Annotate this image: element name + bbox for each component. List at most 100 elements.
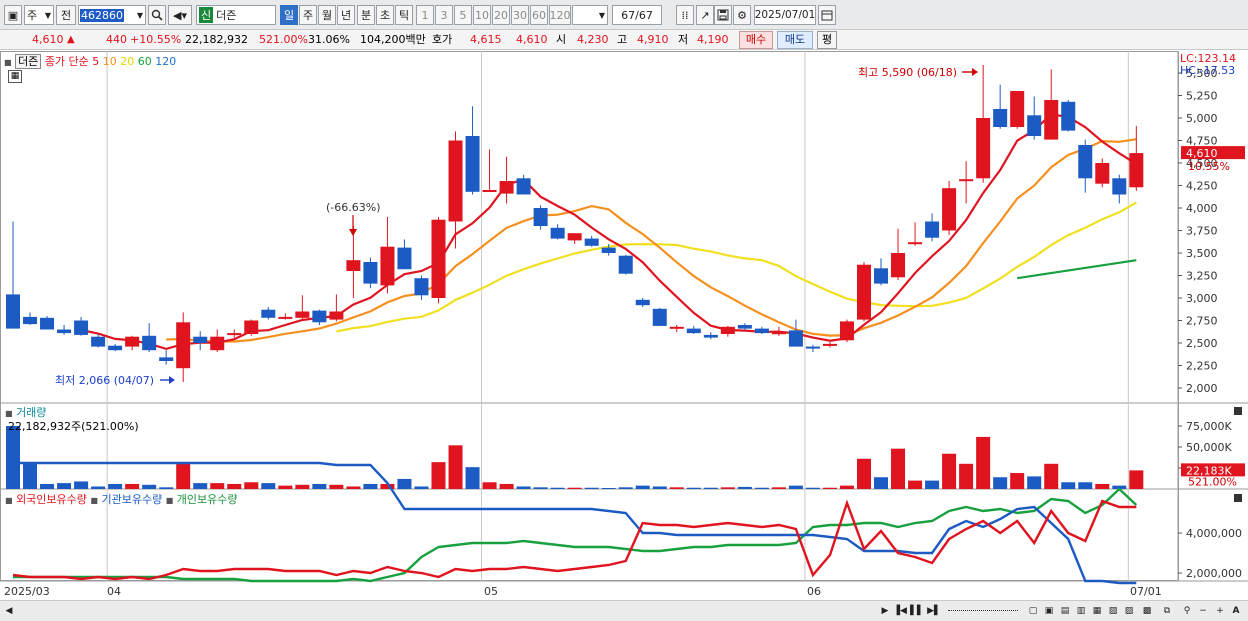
candle-body: [278, 316, 293, 319]
volume-bar: [686, 487, 701, 489]
window-menu-icon[interactable]: ▣: [4, 5, 22, 25]
panel-five-icon[interactable]: ▦: [1090, 604, 1104, 618]
market-select[interactable]: 주 ▼: [24, 5, 54, 25]
candle-body: [601, 247, 616, 253]
panel-two-icon[interactable]: ▣: [1042, 604, 1056, 618]
chevron-down-icon: ▼: [136, 10, 143, 20]
volume-bar: [74, 481, 89, 489]
volume-bar: [1027, 476, 1042, 489]
date-field[interactable]: 2025/07/01: [754, 5, 816, 25]
zoom-out-icon[interactable]: −: [1196, 604, 1210, 618]
volume-bar: [601, 487, 616, 489]
calendar-icon[interactable]: [818, 5, 836, 25]
volume-value: 22,182,932: [185, 33, 248, 46]
volume-bar: [584, 487, 599, 489]
range-button-10[interactable]: 10: [473, 5, 491, 25]
candle-body: [925, 221, 940, 238]
scroll-right-icon[interactable]: ▶: [878, 604, 892, 618]
chevron-down-icon: ▼: [598, 10, 605, 20]
volume-bar: [1095, 483, 1110, 489]
panel-close-icon: [1234, 407, 1242, 415]
price-tick-label: 2,250: [1186, 360, 1218, 373]
sell-button[interactable]: 매도: [777, 31, 813, 49]
ma5-label: 5: [92, 55, 100, 68]
volume-bar: [482, 482, 497, 489]
candle-body: [839, 321, 854, 341]
range-custom-select[interactable]: ▼: [572, 5, 608, 25]
period-button-3[interactable]: 년: [337, 5, 355, 25]
volume-bar: [839, 485, 854, 489]
panel-one-icon[interactable]: ▢: [1026, 604, 1040, 618]
zoom-in-icon[interactable]: +: [1213, 604, 1227, 618]
open-label: 시: [556, 33, 567, 46]
period-button-5[interactable]: 초: [376, 5, 394, 25]
period-button-6[interactable]: 틱: [395, 5, 413, 25]
period-button-2[interactable]: 월: [318, 5, 336, 25]
panel-eight-icon[interactable]: ▩: [1140, 604, 1154, 618]
panel-seven-icon[interactable]: ▨: [1122, 604, 1136, 618]
candle-body: [959, 179, 974, 182]
candle-body: [1078, 145, 1093, 179]
candle-body: [295, 311, 310, 318]
volume-bar: [91, 486, 106, 489]
price-tick-label: 3,000: [1186, 292, 1218, 305]
flat-button[interactable]: 평: [817, 31, 837, 49]
range-button-30[interactable]: 30: [511, 5, 529, 25]
candle-body: [91, 336, 106, 347]
x-axis-label: 04: [107, 585, 121, 598]
panel-four-icon[interactable]: ▥: [1074, 604, 1088, 618]
stock-code-input[interactable]: 462860 ▼: [78, 5, 146, 25]
volume-bar: [329, 484, 344, 489]
range-button-60[interactable]: 60: [530, 5, 548, 25]
volume-bar: [1044, 463, 1059, 489]
panel-six-icon[interactable]: ▧: [1106, 604, 1120, 618]
prev-button[interactable]: 전: [56, 5, 76, 25]
candle-body: [891, 253, 906, 278]
gear-icon[interactable]: ⚙: [733, 5, 751, 25]
scroll-end-icon[interactable]: ▶▌: [927, 604, 941, 618]
candle-body: [686, 328, 701, 334]
range-button-20[interactable]: 20: [492, 5, 510, 25]
scroll-pause-icon[interactable]: ▌▌: [910, 604, 924, 618]
period-button-4[interactable]: 분: [357, 5, 375, 25]
range-button-120[interactable]: 120: [549, 5, 571, 25]
ma-title: 종가 단순: [44, 55, 89, 68]
ma60-line: [1017, 259, 1137, 280]
range-button-3[interactable]: 3: [435, 5, 453, 25]
volume-bar: [312, 483, 327, 489]
panel-three-icon[interactable]: ▤: [1058, 604, 1072, 618]
auto-scale-icon[interactable]: A: [1229, 604, 1243, 618]
candle-body: [1061, 101, 1076, 131]
volume-bar: [567, 487, 582, 489]
candle-body: [652, 308, 667, 326]
draw-tool-icon[interactable]: ↗: [696, 5, 714, 25]
volume-bar: [159, 487, 174, 489]
save-icon[interactable]: [714, 5, 732, 25]
sound-icon[interactable]: ◀▾: [168, 5, 192, 25]
volume-bar: [993, 477, 1008, 489]
price-legend: ■ 더즌 종가 단순 5 10 20 60 120: [4, 53, 176, 69]
market-label: 주: [27, 9, 38, 22]
candle-body: [125, 336, 140, 347]
stock-name-field[interactable]: 신 더즌: [196, 5, 276, 25]
stock-tab[interactable]: 더즌: [15, 54, 42, 69]
grid-icon[interactable]: ⁞⁞: [676, 5, 694, 25]
zoom-slider[interactable]: [948, 610, 1018, 612]
buy-button[interactable]: 매수: [739, 31, 773, 49]
candle-body: [1112, 178, 1127, 195]
data-table-icon[interactable]: ▦: [8, 70, 22, 83]
scroll-begin-icon[interactable]: ▐◀: [893, 604, 907, 618]
range-button-1[interactable]: 1: [416, 5, 434, 25]
period-button-1[interactable]: 주: [299, 5, 317, 25]
stock-chart[interactable]: 5,5005,2505,0004,7504,5004,2504,0003,750…: [0, 51, 1248, 601]
period-button-0[interactable]: 일: [280, 5, 298, 25]
zoom-icon[interactable]: ⚲: [1180, 604, 1194, 618]
volume-bar: [908, 480, 923, 489]
candle-body: [703, 334, 718, 338]
count-field[interactable]: 67/67: [612, 5, 662, 25]
range-button-5[interactable]: 5: [454, 5, 472, 25]
link-icon[interactable]: ⧉: [1160, 604, 1174, 618]
scroll-left-icon[interactable]: ◀: [2, 604, 16, 618]
search-icon[interactable]: [148, 5, 166, 25]
volume-bar: [942, 453, 957, 489]
